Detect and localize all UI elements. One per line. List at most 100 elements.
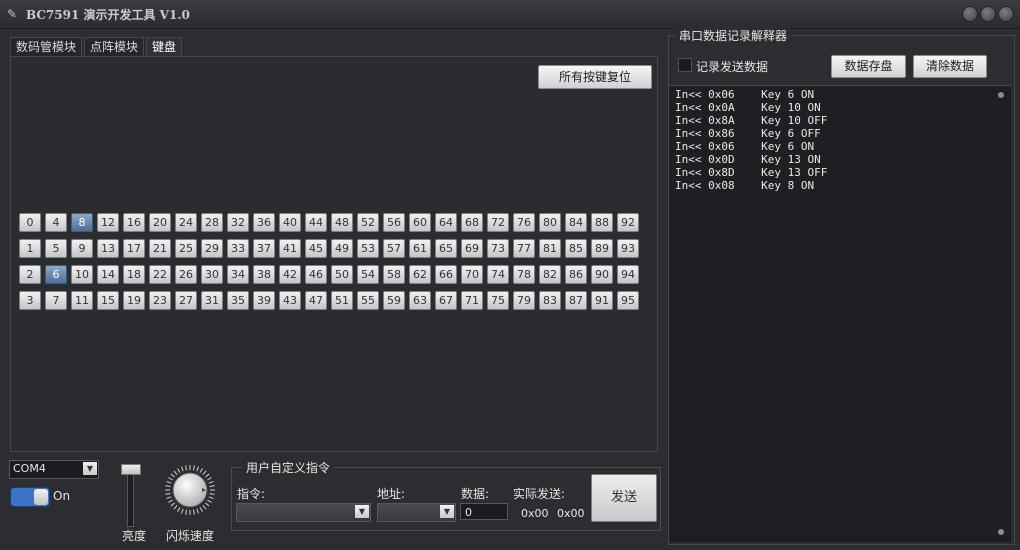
key-7-button[interactable]: 7 xyxy=(45,291,67,310)
record-send-checkbox[interactable] xyxy=(678,58,692,72)
key-37-button[interactable]: 37 xyxy=(253,239,275,258)
reset-all-keys-button[interactable]: 所有按键复位 xyxy=(538,65,652,89)
com-port-select[interactable]: COM4 ▼ xyxy=(9,460,99,479)
send-button[interactable]: 发送 xyxy=(591,474,657,522)
key-92-button[interactable]: 92 xyxy=(617,213,639,232)
key-13-button[interactable]: 13 xyxy=(97,239,119,258)
key-69-button[interactable]: 69 xyxy=(461,239,483,258)
key-60-button[interactable]: 60 xyxy=(409,213,431,232)
key-44-button[interactable]: 44 xyxy=(305,213,327,232)
key-3-button[interactable]: 3 xyxy=(19,291,41,310)
key-50-button[interactable]: 50 xyxy=(331,265,353,284)
key-75-button[interactable]: 75 xyxy=(487,291,509,310)
key-63-button[interactable]: 63 xyxy=(409,291,431,310)
key-35-button[interactable]: 35 xyxy=(227,291,249,310)
key-71-button[interactable]: 71 xyxy=(461,291,483,310)
key-65-button[interactable]: 65 xyxy=(435,239,457,258)
key-12-button[interactable]: 12 xyxy=(97,213,119,232)
key-23-button[interactable]: 23 xyxy=(149,291,171,310)
key-16-button[interactable]: 16 xyxy=(123,213,145,232)
key-57-button[interactable]: 57 xyxy=(383,239,405,258)
key-17-button[interactable]: 17 xyxy=(123,239,145,258)
key-18-button[interactable]: 18 xyxy=(123,265,145,284)
key-95-button[interactable]: 95 xyxy=(617,291,639,310)
key-93-button[interactable]: 93 xyxy=(617,239,639,258)
key-64-button[interactable]: 64 xyxy=(435,213,457,232)
key-9-button[interactable]: 9 xyxy=(71,239,93,258)
key-4-button[interactable]: 4 xyxy=(45,213,67,232)
data-input[interactable]: 0 xyxy=(460,503,508,520)
key-56-button[interactable]: 56 xyxy=(383,213,405,232)
key-38-button[interactable]: 38 xyxy=(253,265,275,284)
key-79-button[interactable]: 79 xyxy=(513,291,535,310)
key-51-button[interactable]: 51 xyxy=(331,291,353,310)
close-button[interactable] xyxy=(998,6,1014,22)
scroll-down-icon[interactable] xyxy=(998,529,1004,535)
key-55-button[interactable]: 55 xyxy=(357,291,379,310)
key-15-button[interactable]: 15 xyxy=(97,291,119,310)
chevron-down-icon[interactable]: ▼ xyxy=(355,505,369,518)
key-52-button[interactable]: 52 xyxy=(357,213,379,232)
address-select[interactable]: ▼ xyxy=(377,503,456,522)
key-6-button[interactable]: 6 xyxy=(45,265,67,284)
chevron-down-icon[interactable]: ▼ xyxy=(440,505,454,518)
key-32-button[interactable]: 32 xyxy=(227,213,249,232)
key-31-button[interactable]: 31 xyxy=(201,291,223,310)
brightness-slider-handle[interactable] xyxy=(121,464,141,475)
key-5-button[interactable]: 5 xyxy=(45,239,67,258)
key-73-button[interactable]: 73 xyxy=(487,239,509,258)
key-54-button[interactable]: 54 xyxy=(357,265,379,284)
key-45-button[interactable]: 45 xyxy=(305,239,327,258)
key-89-button[interactable]: 89 xyxy=(591,239,613,258)
key-62-button[interactable]: 62 xyxy=(409,265,431,284)
tab-keyboard[interactable]: 键盘 xyxy=(146,37,183,57)
key-34-button[interactable]: 34 xyxy=(227,265,249,284)
key-10-button[interactable]: 10 xyxy=(71,265,93,284)
key-77-button[interactable]: 77 xyxy=(513,239,535,258)
key-47-button[interactable]: 47 xyxy=(305,291,327,310)
serial-toggle[interactable] xyxy=(10,487,50,507)
key-27-button[interactable]: 27 xyxy=(175,291,197,310)
key-2-button[interactable]: 2 xyxy=(19,265,41,284)
scroll-up-icon[interactable] xyxy=(998,92,1004,98)
key-68-button[interactable]: 68 xyxy=(461,213,483,232)
key-87-button[interactable]: 87 xyxy=(565,291,587,310)
key-29-button[interactable]: 29 xyxy=(201,239,223,258)
blink-speed-knob[interactable] xyxy=(163,463,217,517)
key-76-button[interactable]: 76 xyxy=(513,213,535,232)
key-0-button[interactable]: 0 xyxy=(19,213,41,232)
key-85-button[interactable]: 85 xyxy=(565,239,587,258)
key-86-button[interactable]: 86 xyxy=(565,265,587,284)
save-data-button[interactable]: 数据存盘 xyxy=(831,55,906,78)
key-25-button[interactable]: 25 xyxy=(175,239,197,258)
key-8-button[interactable]: 8 xyxy=(71,213,93,232)
key-30-button[interactable]: 30 xyxy=(201,265,223,284)
key-42-button[interactable]: 42 xyxy=(279,265,301,284)
key-67-button[interactable]: 67 xyxy=(435,291,457,310)
key-41-button[interactable]: 41 xyxy=(279,239,301,258)
key-49-button[interactable]: 49 xyxy=(331,239,353,258)
key-80-button[interactable]: 80 xyxy=(539,213,561,232)
key-46-button[interactable]: 46 xyxy=(305,265,327,284)
key-61-button[interactable]: 61 xyxy=(409,239,431,258)
tab-digit-module[interactable]: 数码管模块 xyxy=(10,37,83,57)
key-53-button[interactable]: 53 xyxy=(357,239,379,258)
key-19-button[interactable]: 19 xyxy=(123,291,145,310)
key-36-button[interactable]: 36 xyxy=(253,213,275,232)
command-select[interactable]: ▼ xyxy=(236,503,371,522)
key-1-button[interactable]: 1 xyxy=(19,239,41,258)
tab-matrix-module[interactable]: 点阵模块 xyxy=(84,37,145,57)
key-22-button[interactable]: 22 xyxy=(149,265,171,284)
key-33-button[interactable]: 33 xyxy=(227,239,249,258)
log-output[interactable]: In<< 0x06 Key 6 ON In<< 0x0A Key 10 ON In<… xyxy=(669,85,1011,542)
key-82-button[interactable]: 82 xyxy=(539,265,561,284)
key-24-button[interactable]: 24 xyxy=(175,213,197,232)
chevron-down-icon[interactable]: ▼ xyxy=(83,462,97,475)
key-28-button[interactable]: 28 xyxy=(201,213,223,232)
key-72-button[interactable]: 72 xyxy=(487,213,509,232)
clear-data-button[interactable]: 清除数据 xyxy=(913,55,987,78)
knob-dial-icon[interactable] xyxy=(163,463,217,517)
brightness-slider[interactable] xyxy=(127,470,134,527)
key-88-button[interactable]: 88 xyxy=(591,213,613,232)
key-91-button[interactable]: 91 xyxy=(591,291,613,310)
